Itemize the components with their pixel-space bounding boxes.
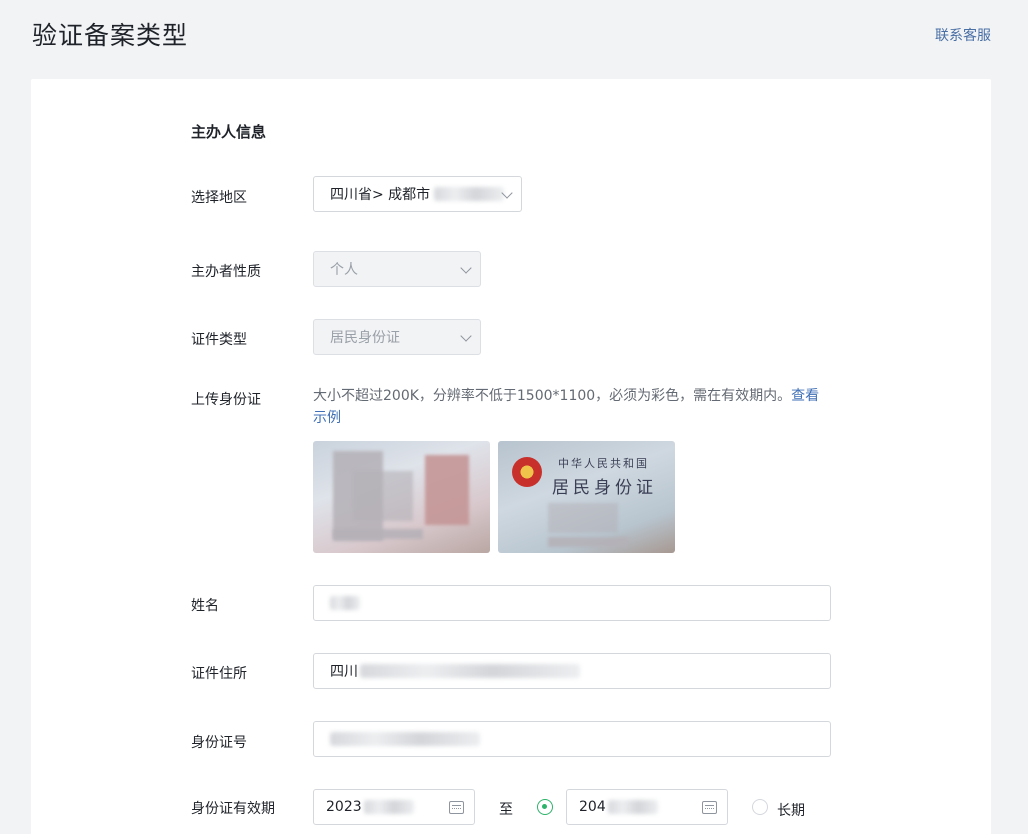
upload-hint: 大小不超过200K，分辨率不低于1500*1100，必须为彩色，需在有效期内。查… [313,385,833,429]
form-card: 主办人信息 选择地区 四川省> 成都市 主办者性质 个人 证件类型 居民身份证 … [31,79,991,834]
redacted-address [360,664,580,678]
name-input[interactable] [313,585,831,621]
region-label: 选择地区 [191,190,247,206]
card-title-text: 居民身份证 [552,478,657,498]
id-type-select[interactable]: 居民身份证 [313,319,481,355]
id-type-label: 证件类型 [191,332,247,348]
long-term-label[interactable]: 长期 [777,800,805,820]
end-date-radio[interactable] [537,799,553,815]
id-card-back-image[interactable]: 中华人民共和国 居民身份证 [498,441,675,553]
redacted-name [330,596,360,610]
address-label: 证件住所 [191,666,247,682]
to-label: 至 [499,802,513,818]
name-label: 姓名 [191,598,219,614]
page-title: 验证备案类型 [32,21,189,50]
region-select[interactable]: 四川省> 成都市 [313,176,522,212]
contact-support-link[interactable]: 联系客服 [935,25,991,45]
id-type-value: 居民身份证 [330,330,400,346]
validity-label: 身份证有效期 [191,801,275,817]
redacted-region [434,187,505,201]
national-emblem-icon [512,457,542,487]
id-number-label: 身份证号 [191,735,247,751]
organizer-type-value: 个人 [330,262,358,278]
upload-hint-text: 大小不超过200K，分辨率不低于1500*1100，必须为彩色，需在有效期内。 [313,388,792,404]
calendar-icon [702,801,717,814]
long-term-radio[interactable] [752,799,768,815]
redacted-id-number [330,732,480,746]
chevron-down-icon [460,330,472,342]
address-input[interactable]: 四川 [313,653,831,689]
address-value: 四川 [330,664,358,680]
redacted-start-date [363,800,414,814]
region-value: 四川省> 成都市 [330,187,431,203]
redacted-end-date [607,800,658,814]
validity-start-value: 2023 [326,799,362,815]
validity-end-value: 204 [579,799,606,815]
chevron-down-icon [460,262,472,274]
calendar-icon [449,801,464,814]
validity-end-date[interactable]: 204 [566,789,728,825]
section-title: 主办人信息 [191,123,267,141]
card-country-text: 中华人民共和国 [558,457,649,470]
organizer-type-select[interactable]: 个人 [313,251,481,287]
upload-id-label: 上传身份证 [191,392,261,408]
validity-start-date[interactable]: 2023 [313,789,475,825]
id-number-input[interactable] [313,721,831,757]
id-card-front-image[interactable] [313,441,490,553]
organizer-type-label: 主办者性质 [191,264,261,280]
